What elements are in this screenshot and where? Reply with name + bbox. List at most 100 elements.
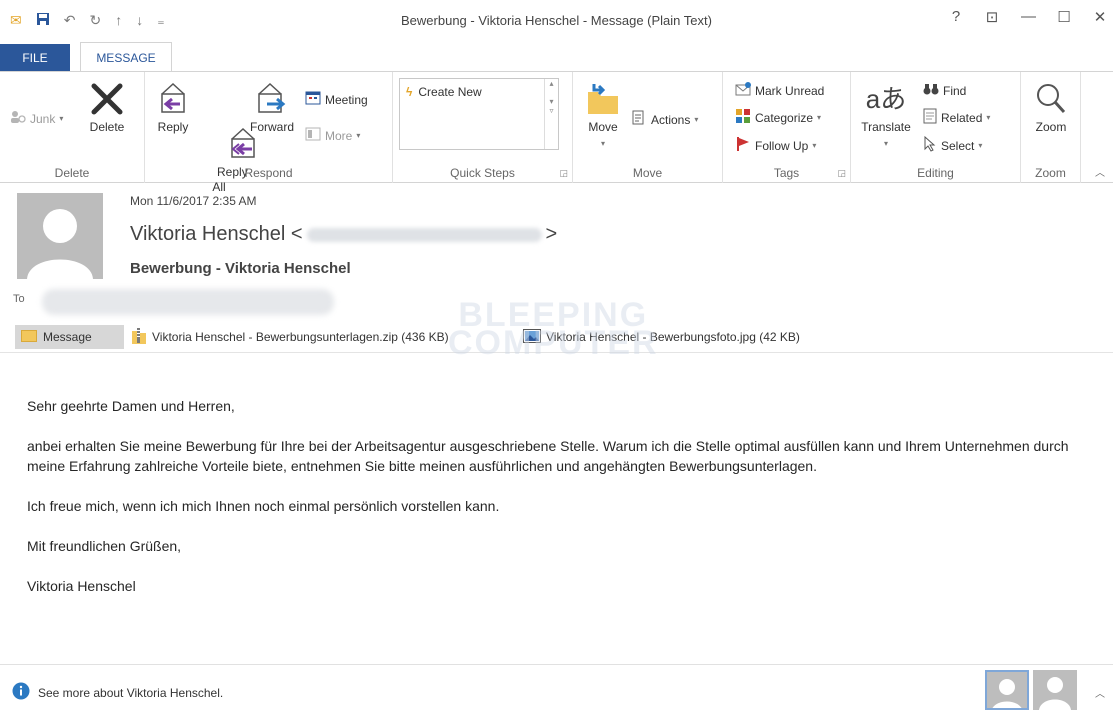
zoom-group-label: Zoom	[1035, 166, 1066, 180]
follow-up-button[interactable]: Follow Up ▾	[735, 136, 816, 155]
quick-steps-group: ϟ Create New ▴ ▾ ▿ Quick Steps ◲	[393, 72, 573, 183]
sender-avatar	[17, 193, 103, 279]
watermark: BLEEPING COMPUTER	[448, 296, 659, 362]
help-button[interactable]: ?	[949, 8, 963, 26]
people-info[interactable]: See more about Viktoria Henschel.	[12, 682, 223, 703]
to-label: To	[13, 293, 25, 305]
chevron-down-icon: ▾	[986, 113, 991, 122]
body-paragraph-2: Ich freue mich, wenn ich mich Ihnen noch…	[27, 498, 500, 514]
people-avatar[interactable]	[1033, 670, 1077, 710]
mark-unread-button[interactable]: Mark Unread	[735, 82, 824, 99]
translate-button[interactable]: aあ Translate ▾	[857, 80, 915, 151]
categorize-button[interactable]: Categorize ▾	[735, 108, 821, 127]
find-button[interactable]: Find	[923, 82, 966, 99]
move-group: Move ▾ Actions ▾ Move	[573, 72, 723, 183]
meeting-button[interactable]: Meeting	[305, 90, 368, 109]
tab-message[interactable]: MESSAGE	[80, 42, 172, 72]
chevron-down-icon: ▾	[812, 141, 817, 150]
more-respond-button[interactable]: More ▾	[305, 127, 360, 144]
minimize-button[interactable]: —	[1021, 8, 1036, 26]
expand-people-pane-icon[interactable]: ︿	[1095, 685, 1105, 700]
collapse-ribbon-icon[interactable]: ︿	[1095, 164, 1105, 179]
respond-group-label: Respond	[244, 166, 293, 180]
people-pane: See more about Viktoria Henschel. ︿	[0, 664, 1113, 713]
redacted-recipient	[42, 289, 334, 315]
chevron-down-icon: ▾	[600, 139, 605, 148]
forward-button[interactable]: Forward	[243, 80, 301, 135]
move-button[interactable]: Move ▾	[579, 80, 627, 151]
cursor-icon	[923, 135, 937, 155]
message-date: Mon 11/6/2017 2:35 AM	[130, 194, 257, 208]
dialog-launcher-icon[interactable]: ◲	[559, 168, 568, 179]
move-group-label: Move	[632, 166, 663, 180]
tags-group-label: Tags	[773, 166, 800, 180]
envelope-icon	[21, 329, 37, 345]
editing-group-label: Editing	[917, 166, 954, 180]
translate-icon: aあ	[865, 84, 907, 114]
ribbon-tabs: FILE MESSAGE	[0, 42, 1113, 72]
body-greeting: Sehr geehrte Damen und Herren,	[27, 398, 235, 414]
meeting-icon	[305, 90, 321, 109]
ribbon: Junk ▾ Delete Delete Reply Reply All For…	[0, 71, 1113, 194]
junk-icon	[10, 110, 26, 127]
body-paragraph-1: anbei erhalten Sie meine Bewerbung für I…	[27, 438, 1069, 474]
quick-steps-scrollbar[interactable]: ▴ ▾ ▿	[544, 79, 558, 149]
tab-file[interactable]: FILE	[0, 44, 70, 72]
delete-group: Junk ▾ Delete Delete	[0, 72, 145, 183]
close-button[interactable]: ✕	[1093, 8, 1107, 26]
actions-icon	[631, 110, 647, 129]
magnifier-icon	[1025, 80, 1077, 118]
chevron-down-icon: ▾	[817, 113, 822, 122]
document-icon	[923, 108, 937, 127]
people-avatar-selected[interactable]	[985, 670, 1029, 710]
select-button[interactable]: Select ▾	[923, 135, 983, 155]
zoom-group: Zoom Zoom	[1021, 72, 1081, 183]
reply-all-button[interactable]: Reply All	[197, 80, 255, 210]
related-button[interactable]: Related ▾	[923, 108, 990, 127]
chevron-down-icon: ▾	[883, 139, 888, 148]
sender-email-close-bracket: >	[545, 223, 558, 245]
body-signature: Viktoria Henschel	[27, 578, 136, 594]
info-icon	[12, 682, 30, 703]
delete-x-icon	[82, 80, 132, 118]
sender[interactable]: Viktoria Henschel < >	[130, 223, 557, 246]
body-closing: Mit freundlichen Grüßen,	[27, 538, 182, 554]
binoculars-icon	[923, 82, 939, 99]
redacted-email	[306, 227, 542, 242]
chevron-down-icon: ▾	[356, 131, 361, 140]
delete-group-label: Delete	[54, 166, 90, 180]
envelope-icon	[735, 82, 751, 99]
zoom-button[interactable]: Zoom	[1025, 80, 1077, 135]
dialog-launcher-icon[interactable]: ◲	[837, 168, 846, 179]
forward-icon	[243, 80, 301, 118]
quick-steps-gallery: ϟ Create New ▴ ▾ ▿	[399, 78, 559, 150]
reply-all-icon	[197, 110, 255, 158]
ribbon-display-button[interactable]: ⊡	[985, 8, 999, 26]
message-body: Sehr geehrte Damen und Herren, anbei erh…	[27, 396, 1087, 616]
zip-file-icon	[131, 327, 147, 348]
move-folder-icon	[579, 80, 627, 118]
more-icon	[305, 127, 321, 144]
chevron-down-icon: ▾	[694, 115, 699, 124]
categorize-icon	[735, 108, 751, 127]
tags-group: Mark Unread Categorize ▾ Follow Up ▾ Tag…	[723, 72, 851, 183]
message-attachment-tab[interactable]: Message	[15, 325, 124, 349]
sender-name: Viktoria Henschel	[130, 223, 286, 245]
title-bar: ✉ ↶ ↻ ↑ ↓ ₌ Bewerbung - Viktoria Hensche…	[0, 0, 1113, 44]
flag-icon	[735, 136, 751, 155]
maximize-button[interactable]: ☐	[1057, 8, 1071, 26]
sender-email-open-bracket: <	[290, 223, 303, 245]
delete-button[interactable]: Delete	[82, 80, 132, 135]
window-controls: ? ⊡ — ☐ ✕	[949, 8, 1107, 26]
junk-button[interactable]: Junk ▾	[10, 110, 63, 127]
editing-group: aあ Translate ▾ Find Related ▾ Select ▾ E…	[851, 72, 1021, 183]
message-subject: Bewerbung - Viktoria Henschel	[130, 260, 351, 277]
actions-button[interactable]: Actions ▾	[631, 110, 698, 129]
lightning-icon: ϟ	[406, 85, 413, 99]
create-new-quick-step[interactable]: ϟ Create New	[406, 85, 482, 99]
reply-button[interactable]: Reply	[151, 80, 195, 135]
window-title: Bewerbung - Viktoria Henschel - Message …	[401, 13, 712, 28]
chevron-down-icon: ▾	[978, 141, 983, 150]
attachment-zip[interactable]: Viktoria Henschel - Bewerbungsunterlagen…	[131, 325, 449, 349]
respond-group: Reply Reply All Forward Meeting More ▾ R…	[145, 72, 393, 194]
